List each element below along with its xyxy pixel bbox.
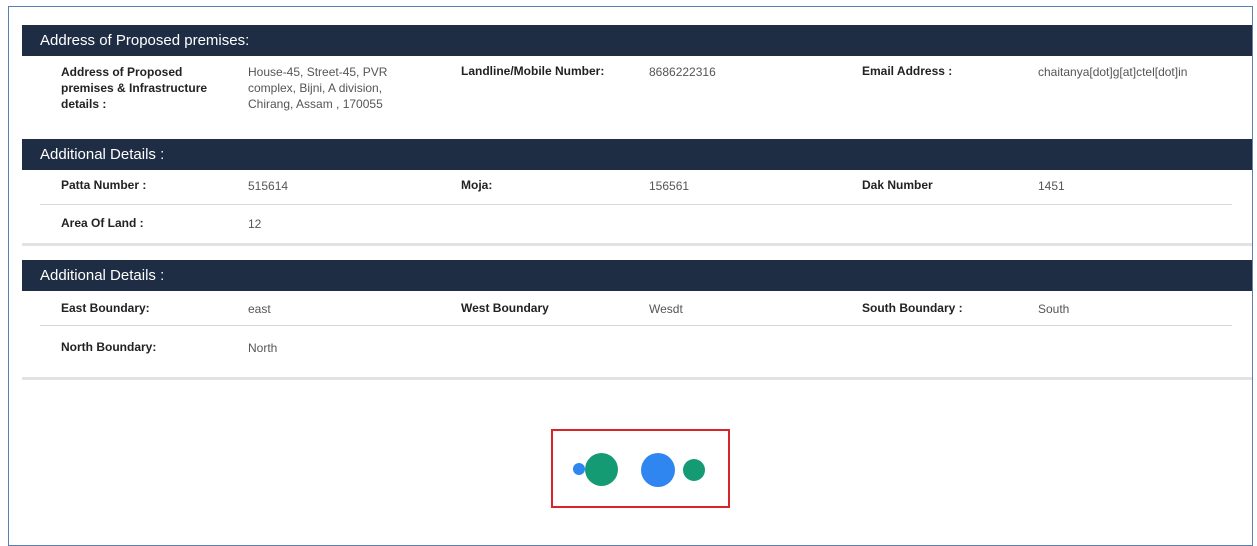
section-address-premises: Address of Proposed premises: Address of… xyxy=(22,25,1252,151)
field-value-email: chaitanya[dot]g[at]ctel[dot]in xyxy=(1038,65,1188,79)
field-label-area-of-land: Area Of Land : xyxy=(61,216,144,230)
field-value-area-of-land: 12 xyxy=(248,217,262,231)
field-label-email: Email Address : xyxy=(862,64,953,78)
section-body: Patta Number : 515614 Moja: 156561 Dak N… xyxy=(22,170,1252,250)
loader-dot xyxy=(585,453,618,486)
section-body: Address of Proposed premises & Infrastru… xyxy=(22,56,1252,151)
field-value-phone: 8686222316 xyxy=(649,65,716,79)
field-value-patta-number: 515614 xyxy=(248,179,289,193)
field-label-address: Address of Proposed premises & Infrastru… xyxy=(61,65,208,111)
section-header: Additional Details : xyxy=(22,139,1252,170)
section-bottom-border xyxy=(22,377,1252,380)
section-boundary-details: Additional Details : East Boundary: east… xyxy=(22,260,1252,381)
field-label-east-boundary: East Boundary: xyxy=(61,301,150,315)
section-header: Additional Details : xyxy=(22,260,1252,291)
field-label-dak-number: Dak Number xyxy=(862,178,933,192)
field-label-west-boundary: West Boundary xyxy=(461,301,549,315)
field-label-phone: Landline/Mobile Number: xyxy=(461,64,605,78)
row-divider xyxy=(40,204,1232,205)
field-value-moja: 156561 xyxy=(649,179,690,193)
field-label-moja: Moja: xyxy=(461,178,493,192)
loading-indicator-highlight xyxy=(551,429,730,508)
loading-dots-icon xyxy=(553,431,728,506)
row-divider xyxy=(40,325,1232,326)
field-value-south-boundary: South xyxy=(1038,302,1070,316)
section-header: Address of Proposed premises: xyxy=(22,25,1252,56)
section-body: East Boundary: east West Boundary Wesdt … xyxy=(22,291,1252,381)
field-value-east-boundary: east xyxy=(248,302,271,316)
field-value-address: House-45, Street-45, PVR complex, Bijni,… xyxy=(248,65,388,111)
section-bottom-border xyxy=(22,243,1252,246)
section-additional-details: Additional Details : Patta Number : 5156… xyxy=(22,139,1252,250)
loader-dot xyxy=(641,453,675,487)
field-label-north-boundary: North Boundary: xyxy=(61,340,157,354)
loader-dot xyxy=(573,463,585,475)
loader-dot xyxy=(683,459,705,481)
field-label-patta-number: Patta Number : xyxy=(61,178,147,192)
field-value-dak-number: 1451 xyxy=(1038,179,1065,193)
field-value-west-boundary: Wesdt xyxy=(649,302,683,316)
field-label-south-boundary: South Boundary : xyxy=(862,301,963,315)
field-value-north-boundary: North xyxy=(248,341,278,355)
